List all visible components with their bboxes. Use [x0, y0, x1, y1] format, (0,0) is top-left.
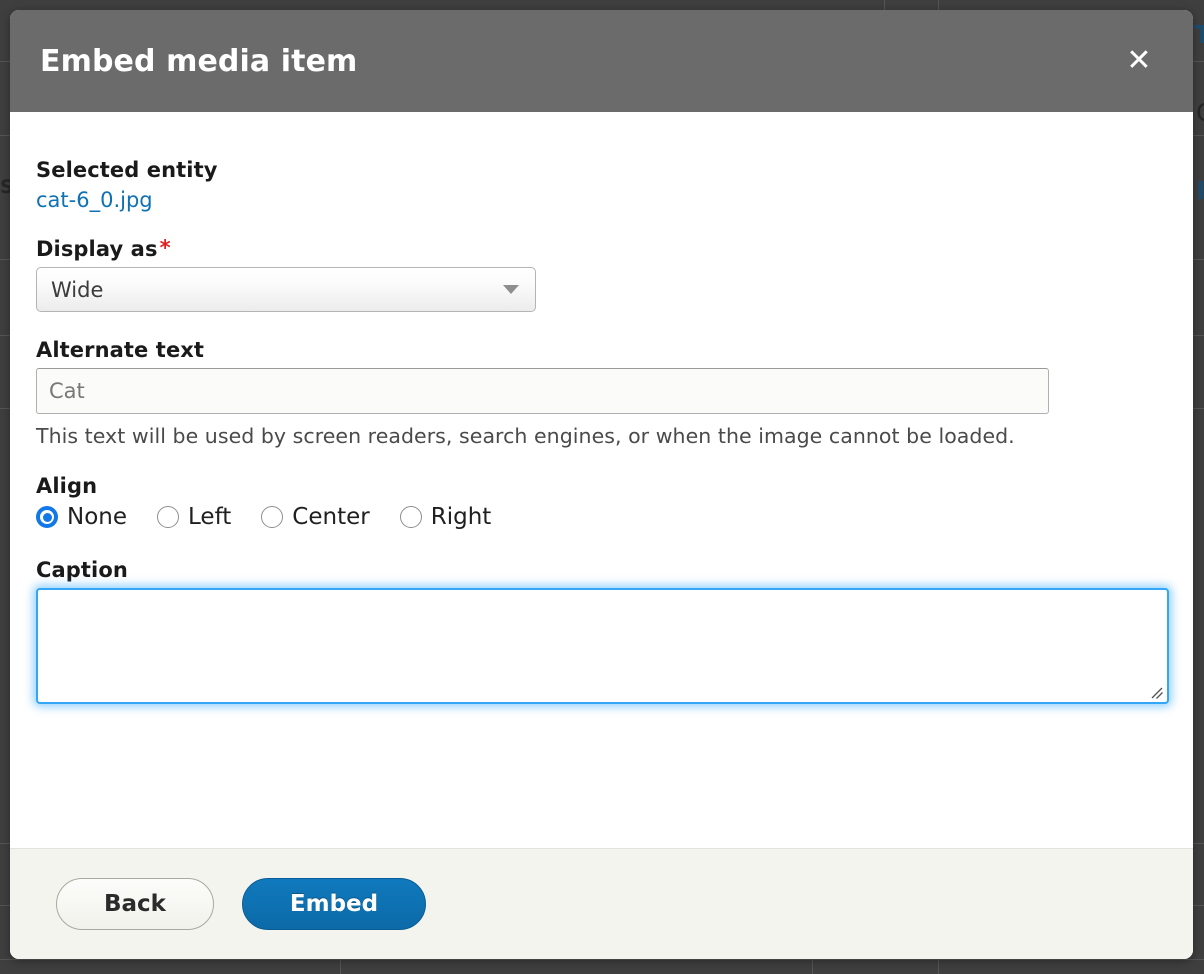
radio-icon [261, 506, 284, 528]
radio-icon [36, 506, 58, 528]
caption-textarea[interactable] [36, 588, 1169, 704]
alternate-text-description: This text will be used by screen readers… [36, 424, 1015, 448]
caption-field-wrapper [36, 588, 1169, 704]
display-as-select[interactable]: Wide [36, 267, 536, 312]
alternate-text-input[interactable] [36, 368, 1049, 414]
caption-label: Caption [36, 558, 128, 582]
background-divider [812, 959, 813, 974]
selected-entity-link[interactable]: cat-6_0.jpg [36, 188, 153, 212]
align-radio-center-label: Center [292, 504, 370, 530]
selected-entity-label: Selected entity [36, 158, 218, 182]
modal-title: Embed media item [40, 43, 358, 79]
embed-button[interactable]: Embed [242, 878, 426, 930]
align-radio-none[interactable]: None [36, 504, 127, 530]
align-radio-left[interactable]: Left [157, 504, 231, 530]
modal-header: Embed media item ✕ [10, 10, 1193, 112]
embed-media-modal: Embed media item ✕ Selected entity cat-6… [10, 10, 1193, 959]
required-asterisk: * [159, 236, 171, 260]
background-divider [0, 959, 1204, 960]
align-label: Align [36, 474, 98, 498]
align-radio-right-label: Right [430, 504, 492, 530]
align-radio-group: None Left Center Right [36, 504, 1167, 530]
chevron-down-icon [503, 285, 519, 294]
background-text-fragment: T [1194, 20, 1204, 49]
display-as-label-text: Display as [36, 237, 158, 261]
radio-icon [157, 506, 180, 528]
close-icon[interactable]: ✕ [1121, 43, 1157, 79]
background-divider [938, 0, 939, 10]
align-radio-none-label: None [67, 504, 128, 530]
background-divider [938, 959, 939, 974]
alternate-text-label: Alternate text [36, 338, 205, 362]
modal-footer: Back Embed [10, 848, 1193, 959]
display-as-label: Display as* [36, 236, 1167, 261]
align-radio-center[interactable]: Center [261, 504, 370, 530]
display-as-select-value: Wide [51, 277, 104, 302]
radio-icon [399, 506, 422, 528]
modal-body: Selected entity cat-6_0.jpg Display as* … [10, 112, 1193, 848]
background-text-fragment: I [1196, 176, 1204, 205]
background-divider [340, 959, 341, 974]
align-radio-right[interactable]: Right [399, 504, 492, 530]
align-radio-left-label: Left [188, 504, 232, 530]
background-divider [884, 0, 885, 10]
back-button[interactable]: Back [56, 878, 214, 930]
background-text-fragment: C [1196, 100, 1204, 125]
